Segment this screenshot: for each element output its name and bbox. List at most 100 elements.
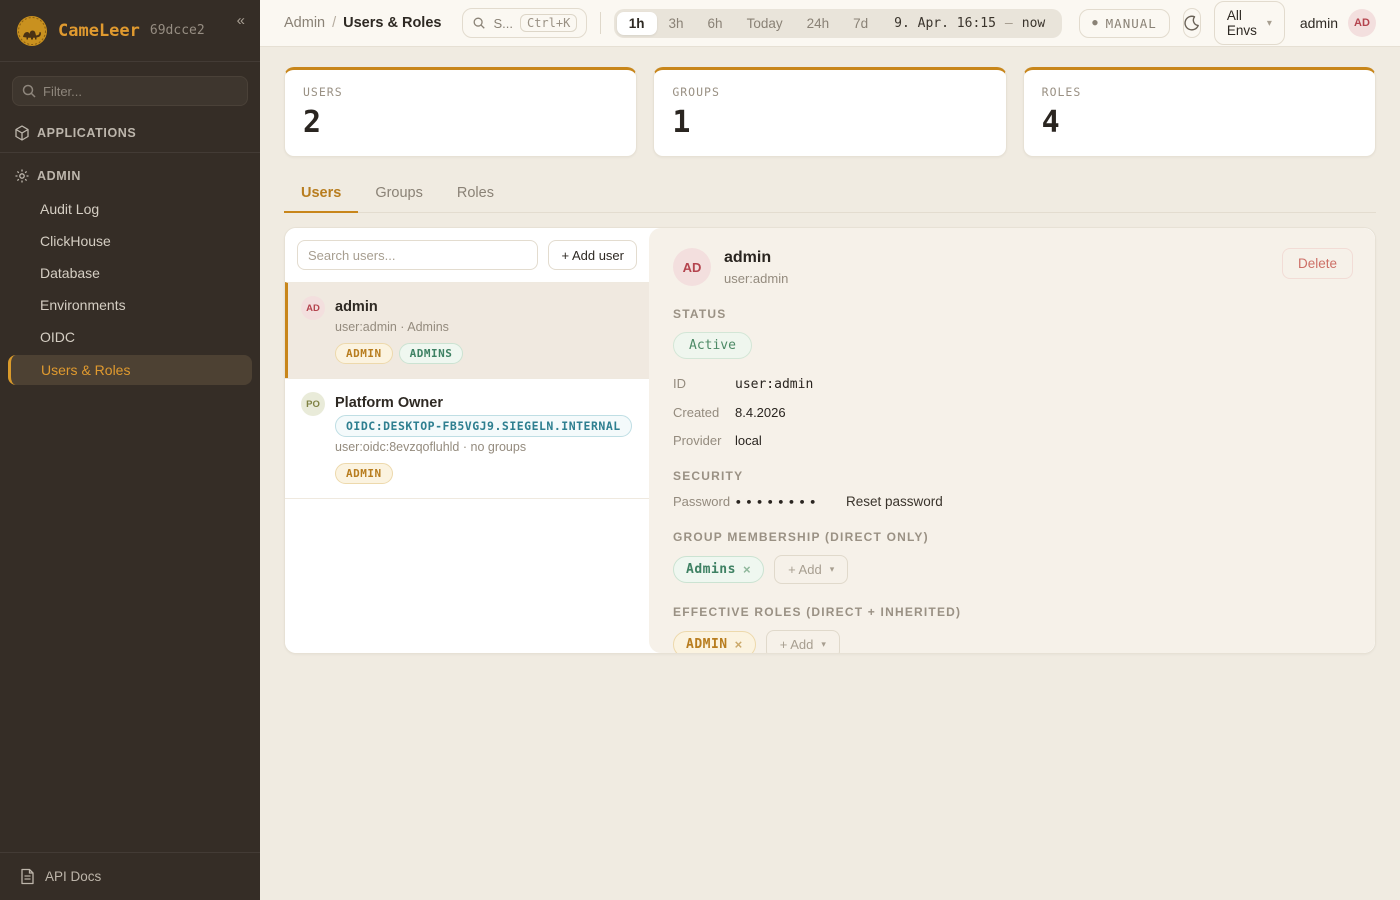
sidebar-filter [12, 76, 248, 106]
api-docs-label: API Docs [45, 869, 101, 884]
global-search-button[interactable]: S... Ctrl+K [462, 8, 587, 38]
manual-label: MANUAL [1106, 16, 1157, 31]
breadcrumb-separator: / [332, 15, 336, 31]
role-badge: ADMIN [335, 463, 393, 484]
tab-roles[interactable]: Roles [440, 177, 511, 213]
environment-select[interactable]: All Envs ▾ [1214, 1, 1285, 45]
effective-roles-row: ADMIN × + Add ▾ [673, 630, 1351, 653]
stat-card-roles: ROLES 4 [1023, 67, 1376, 157]
main-area: Admin / Users & Roles S... Ctrl+K 1h 3h … [260, 0, 1400, 900]
chevron-down-icon: ▾ [821, 639, 826, 650]
group-membership-row: Admins × + Add ▾ [673, 555, 1351, 584]
search-icon [21, 83, 37, 99]
sidebar-collapse-icon[interactable]: « [232, 10, 250, 31]
field-id-label: ID [673, 376, 735, 391]
time-dash: – [1005, 16, 1013, 31]
user-list-item-platform-owner[interactable]: PO Platform Owner OIDC:DESKTOP-FB5VGJ9.S… [285, 378, 649, 498]
detail-user-id: user:admin [724, 271, 788, 286]
remove-role-icon[interactable]: × [735, 637, 743, 652]
sidebar-item-audit-log[interactable]: Audit Log [0, 194, 260, 224]
time-from: 9. Apr. 16:15 [894, 16, 996, 31]
section-admin: ADMIN [0, 155, 260, 193]
field-id: ID user:admin [673, 376, 1351, 392]
gear-icon [14, 168, 30, 184]
avatar: PO [301, 392, 325, 416]
time-to: now [1022, 16, 1045, 31]
stat-card-users: USERS 2 [284, 67, 637, 157]
roles-section-label: EFFECTIVE ROLES (DIRECT + INHERITED) [673, 605, 1351, 619]
add-group-button[interactable]: + Add ▾ [774, 555, 848, 584]
user-item-name: Platform Owner [335, 392, 632, 411]
user-list-item-admin[interactable]: AD admin user:admin · Admins ADMIN ADMIN… [285, 282, 649, 378]
field-provider-value: local [735, 433, 762, 448]
time-range-7d[interactable]: 7d [841, 12, 880, 35]
breadcrumb-current: Users & Roles [343, 15, 441, 31]
tabs: Users Groups Roles [284, 177, 1376, 213]
sidebar-filter-input[interactable] [12, 76, 248, 106]
field-id-value: user:admin [735, 377, 813, 392]
user-list-empty-space [285, 498, 649, 653]
security-section-label: SECURITY [673, 469, 1351, 483]
role-chip-admin: ADMIN × [673, 631, 756, 653]
remove-group-icon[interactable]: × [743, 562, 751, 577]
field-created-value: 8.4.2026 [735, 405, 786, 420]
tab-groups[interactable]: Groups [358, 177, 440, 213]
stat-users-label: USERS [303, 85, 618, 99]
avatar: AD [301, 296, 325, 320]
user-list-toolbar: + Add user [285, 228, 649, 282]
detail-header: AD admin user:admin [673, 248, 1351, 286]
sidebar-item-database[interactable]: Database [0, 258, 260, 288]
tab-users[interactable]: Users [284, 177, 358, 213]
role-chip-label: ADMIN [686, 637, 728, 652]
time-range-6h[interactable]: 6h [696, 12, 735, 35]
dark-mode-toggle[interactable] [1183, 8, 1201, 38]
section-applications-label: APPLICATIONS [37, 126, 136, 140]
api-docs-link[interactable]: API Docs [0, 852, 260, 900]
delete-user-button[interactable]: Delete [1282, 248, 1353, 279]
field-created: Created 8.4.2026 [673, 405, 1351, 420]
time-range-24h[interactable]: 24h [795, 12, 842, 35]
sidebar-item-oidc[interactable]: OIDC [0, 322, 260, 352]
topbar-username: admin [1300, 15, 1338, 31]
password-label: Password [673, 494, 735, 509]
breadcrumb-admin[interactable]: Admin [284, 15, 325, 31]
camel-logo-icon [16, 15, 48, 47]
search-label: S... [493, 16, 513, 31]
user-avatar[interactable]: AD [1348, 9, 1376, 37]
topbar-user: admin AD [1300, 9, 1376, 37]
stat-groups-label: GROUPS [672, 85, 987, 99]
detail-user-name: admin [724, 248, 788, 267]
add-user-button[interactable]: + Add user [548, 240, 637, 270]
section-applications: APPLICATIONS [0, 112, 260, 150]
stat-roles-label: ROLES [1042, 85, 1357, 99]
top-bar: Admin / Users & Roles S... Ctrl+K 1h 3h … [260, 0, 1400, 47]
status-badge: Active [673, 332, 752, 359]
time-range-3h[interactable]: 3h [657, 12, 696, 35]
environment-select-value: All Envs [1227, 8, 1267, 38]
chevron-down-icon: ▾ [830, 564, 835, 575]
manual-refresh-button[interactable]: ● MANUAL [1079, 9, 1170, 38]
user-item-name: admin [335, 296, 463, 315]
add-group-label: + Add [788, 562, 822, 577]
search-users-input[interactable] [297, 240, 538, 270]
sidebar-item-clickhouse[interactable]: ClickHouse [0, 226, 260, 256]
moon-icon [1184, 15, 1200, 31]
time-range-today[interactable]: Today [735, 12, 795, 35]
stat-users-value: 2 [303, 105, 618, 140]
add-role-button[interactable]: + Add ▾ [766, 630, 840, 653]
reset-password-link[interactable]: Reset password [846, 494, 943, 509]
time-range-1h[interactable]: 1h [617, 12, 657, 35]
stat-groups-value: 1 [672, 105, 987, 140]
group-chip-label: Admins [686, 562, 736, 577]
field-created-label: Created [673, 405, 735, 420]
sidebar-item-environments[interactable]: Environments [0, 290, 260, 320]
section-admin-label: ADMIN [37, 169, 81, 183]
sidebar-item-users-roles[interactable]: Users & Roles [8, 355, 252, 385]
sidebar: « CameLeer 69dcce2 APPLICATIONS ADMIN Au… [0, 0, 260, 900]
password-row: Password •••••••• Reset password [673, 494, 1351, 509]
status-section-label: STATUS [673, 307, 1351, 321]
sidebar-divider [0, 152, 260, 153]
avatar: AD [673, 248, 711, 286]
time-range-display[interactable]: 9. Apr. 16:15 – now [880, 12, 1059, 35]
group-badge: ADMINS [399, 343, 464, 364]
